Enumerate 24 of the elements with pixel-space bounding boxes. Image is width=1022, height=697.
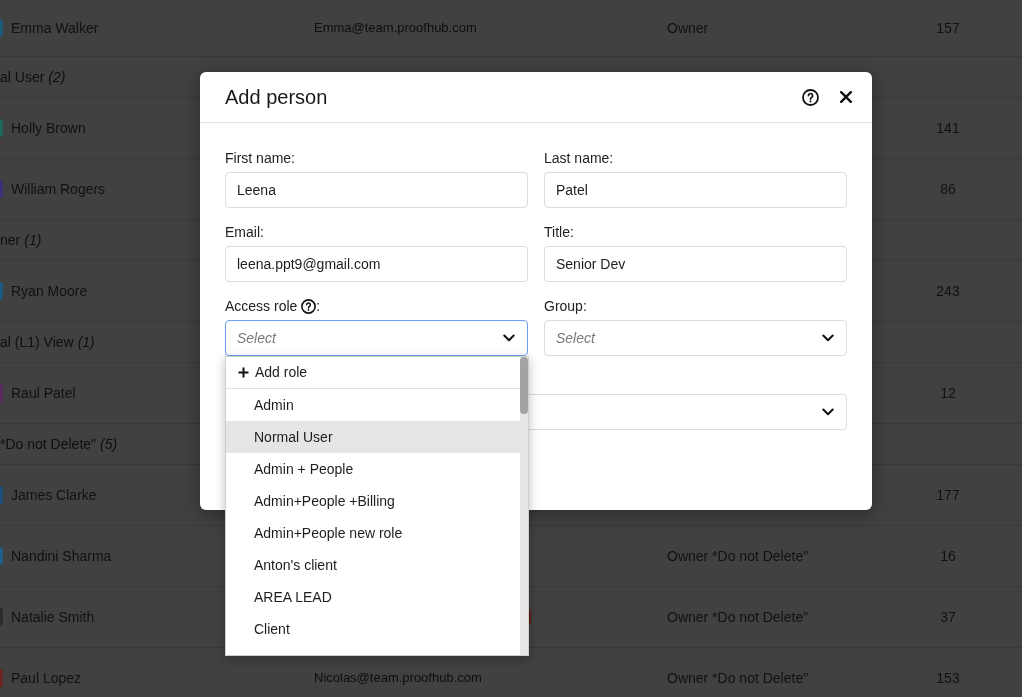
- dialog-title: Add person: [225, 85, 328, 109]
- chevron-icon: [822, 408, 834, 416]
- chevron-icon: [822, 334, 834, 342]
- field-label: Access role: [225, 297, 298, 316]
- field-label: First name:: [225, 149, 295, 168]
- scrollbar-track[interactable]: [520, 357, 528, 655]
- close-icon[interactable]: [840, 91, 852, 103]
- select-field[interactable]: Select: [544, 320, 847, 356]
- field-label: Title:: [544, 223, 574, 242]
- help-icon[interactable]: [301, 298, 317, 314]
- text-field[interactable]: Leena: [225, 172, 528, 208]
- field-label: Group:: [544, 297, 587, 316]
- text-field[interactable]: Senior Dev: [544, 246, 847, 282]
- role-option[interactable]: Normal User: [226, 421, 520, 453]
- label-colon: :: [316, 297, 321, 316]
- select-field[interactable]: Select: [225, 320, 528, 356]
- field-label: Last name:: [544, 149, 614, 168]
- scrollbar-thumb[interactable]: [520, 357, 528, 414]
- chevron-icon: [503, 334, 515, 342]
- help-icon[interactable]: [802, 88, 819, 106]
- plus-icon: [238, 367, 249, 378]
- text-field[interactable]: leena.ppt9@gmail.com: [225, 246, 528, 282]
- text-field[interactable]: Patel: [544, 172, 847, 208]
- field-label: Email:: [225, 223, 264, 242]
